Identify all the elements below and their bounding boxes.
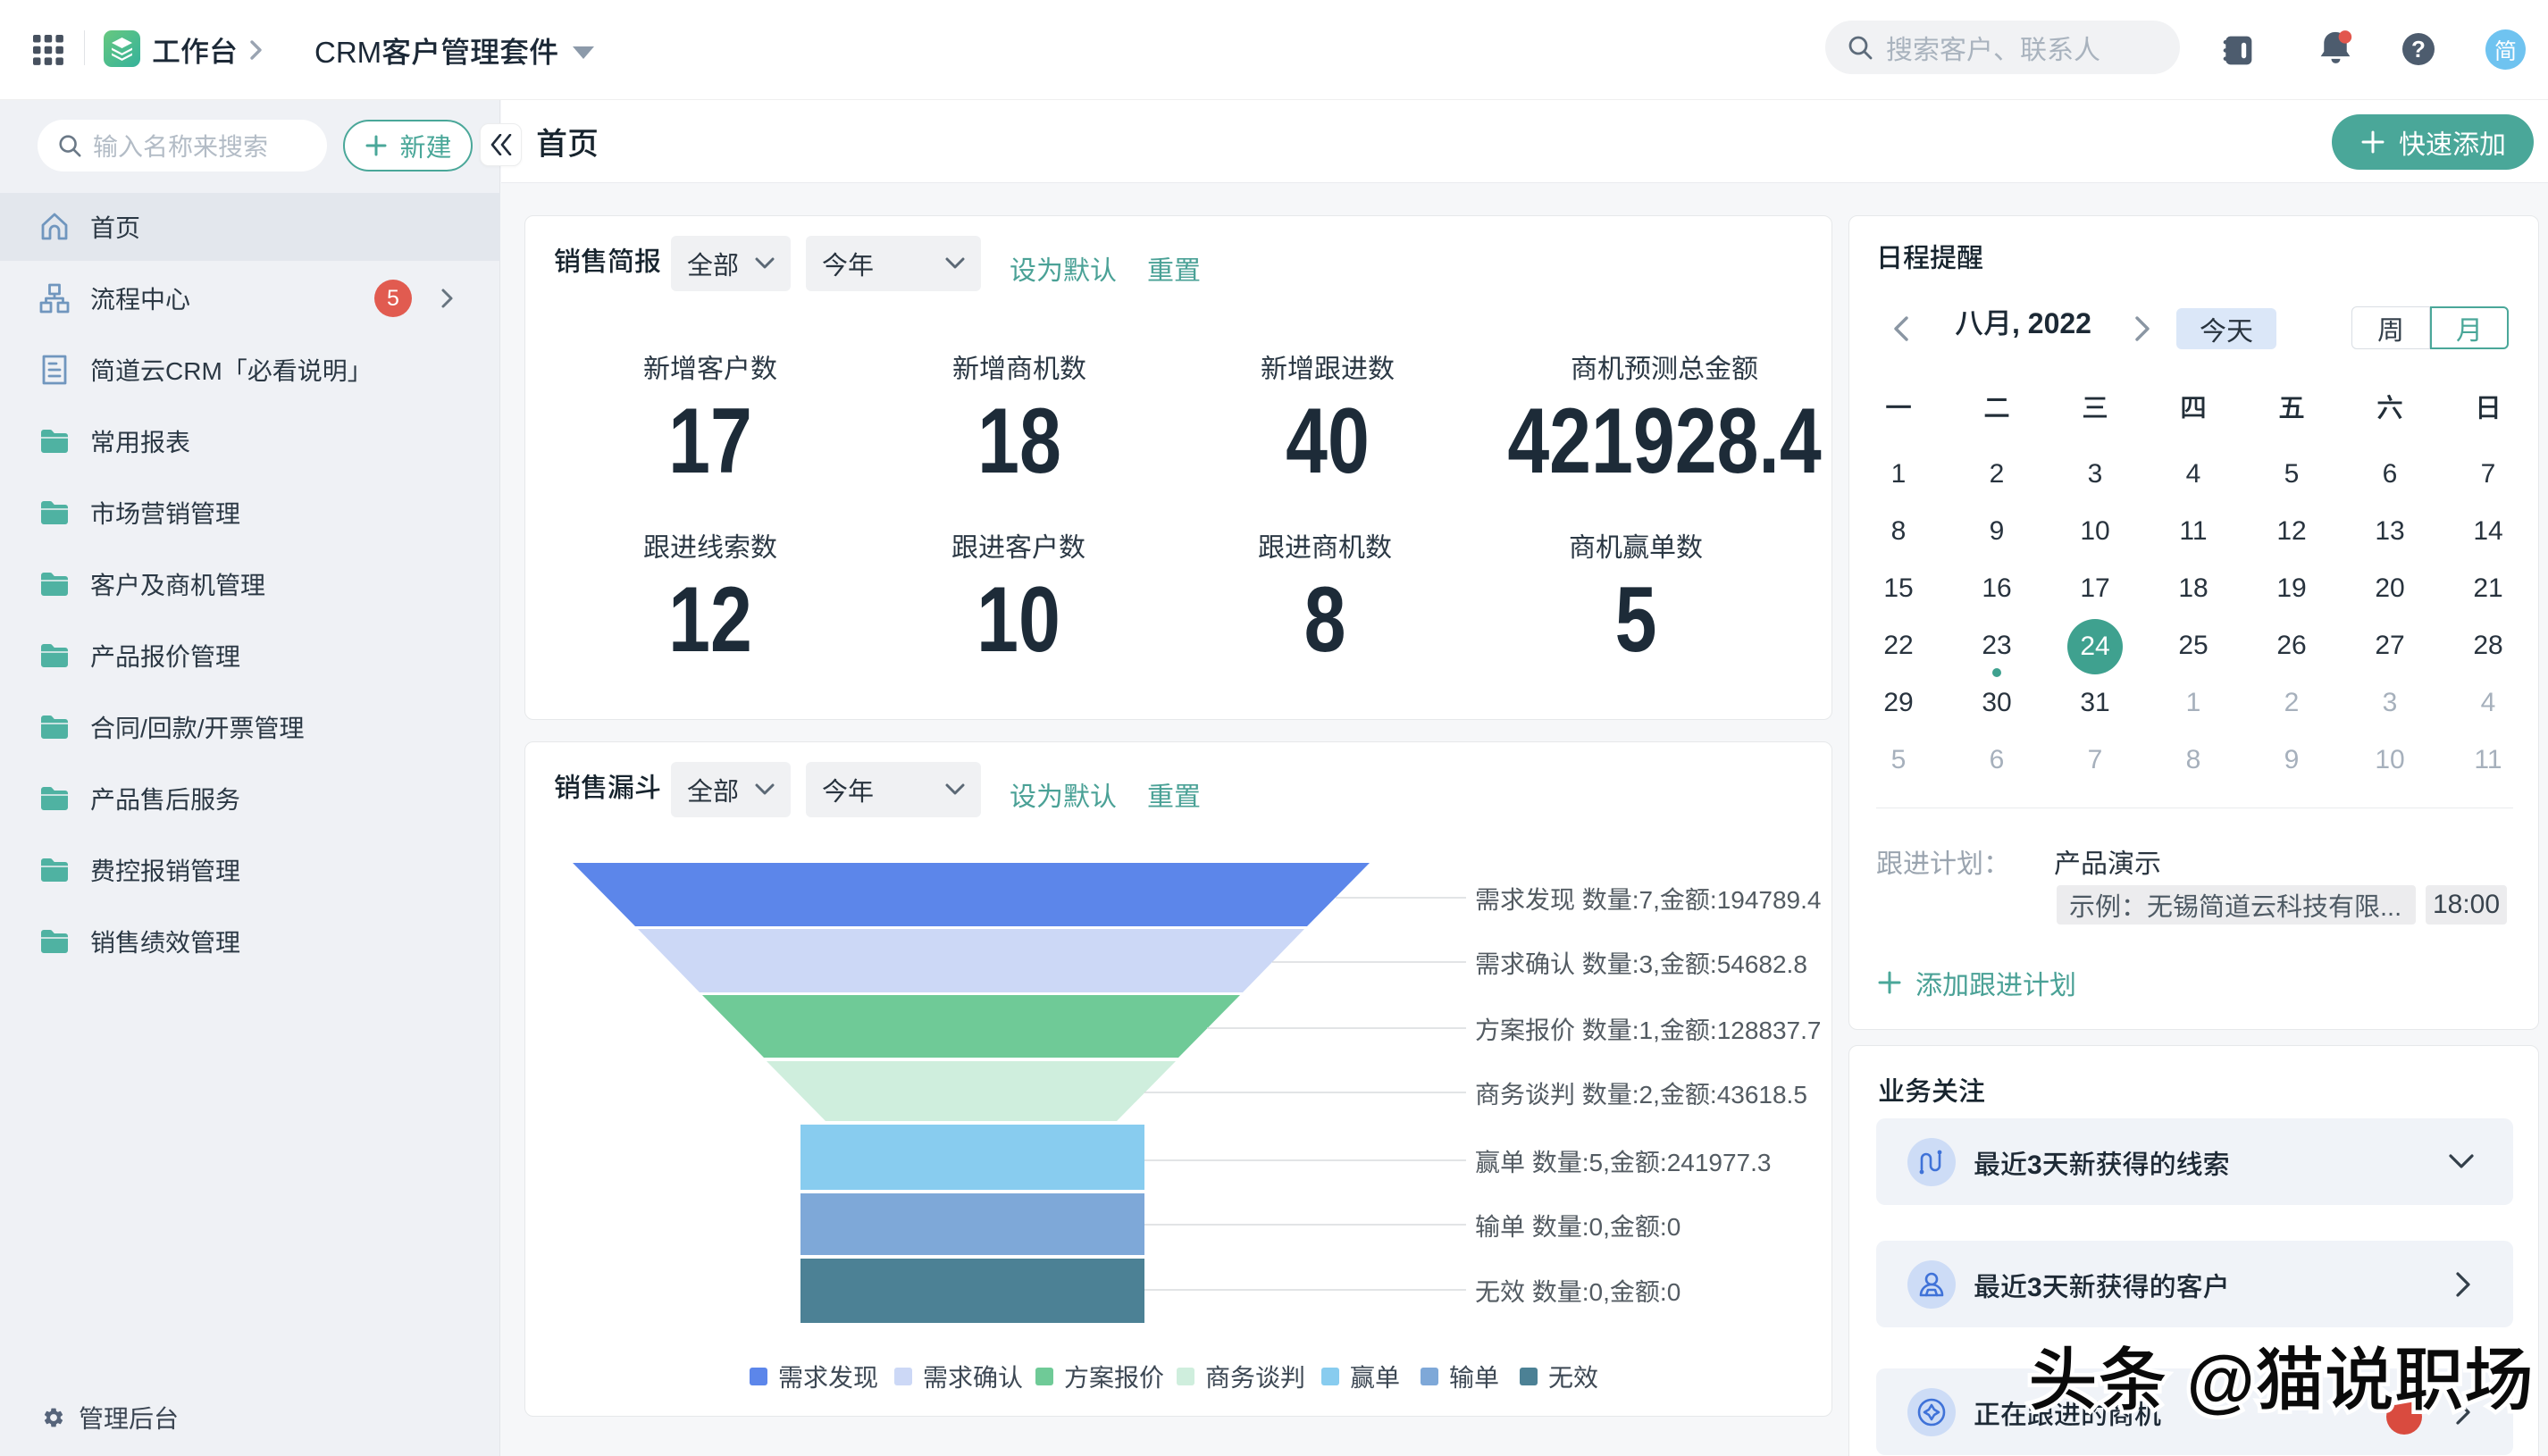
svg-text:头条 @猫说职场: 头条 @猫说职场 bbox=[2028, 1325, 2534, 1425]
